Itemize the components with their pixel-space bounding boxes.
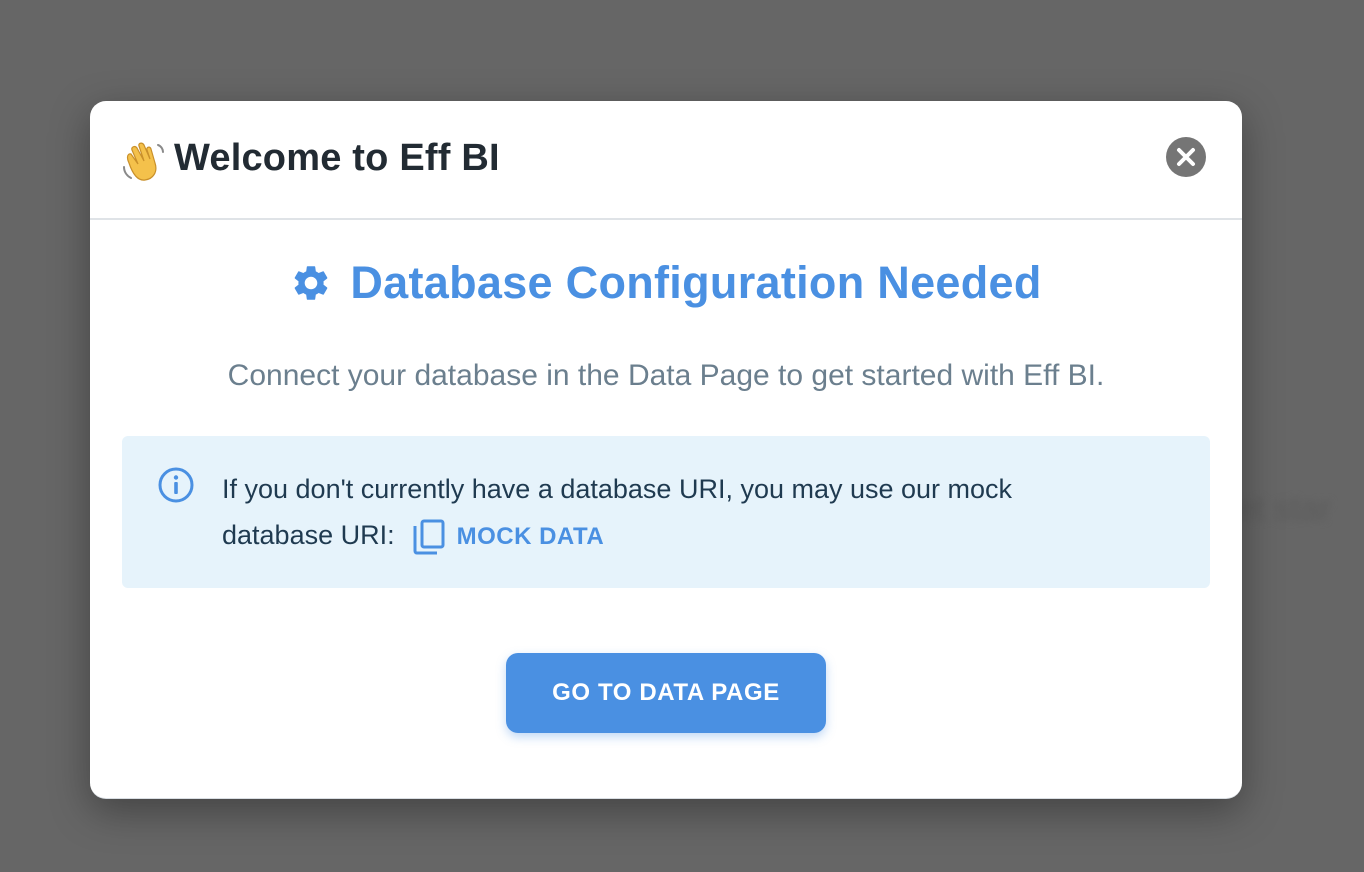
background-page-text: et star: [1236, 490, 1331, 528]
config-description: Connect your database in the Data Page t…: [227, 359, 1105, 392]
info-text-container: If you don't currently have a database U…: [222, 466, 1122, 560]
config-title: Database Configuration Needed: [350, 257, 1042, 308]
welcome-modal: Welcome to Eff BI Database Configuration…: [90, 101, 1242, 799]
info-icon: [158, 467, 194, 503]
copy-icon: [413, 519, 445, 555]
mock-data-label: MOCK DATA: [456, 523, 605, 550]
mock-data-link[interactable]: MOCK DATA: [411, 514, 605, 560]
info-alert: If you don't currently have a database U…: [122, 436, 1210, 588]
gear-icon: [295, 266, 328, 300]
go-to-data-page-button[interactable]: GO TO DATA PAGE: [506, 653, 826, 733]
modal-header: Welcome to Eff BI: [90, 101, 1242, 220]
info-text: If you don't currently have a database U…: [222, 474, 1013, 550]
modal-title: Welcome to Eff BI: [174, 137, 500, 179]
waving-hand-icon: [123, 142, 164, 181]
close-icon: [1177, 148, 1195, 166]
close-button[interactable]: [1166, 137, 1206, 177]
config-heading: Database Configuration Needed: [90, 257, 1242, 309]
